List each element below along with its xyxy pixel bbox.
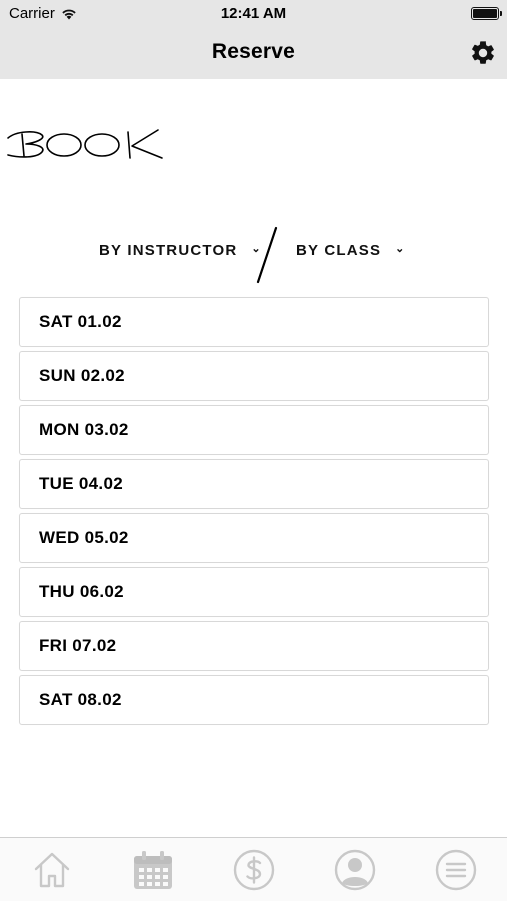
date-label: WED 05.02 <box>39 528 129 547</box>
filter-by-class-label: BY CLASS <box>296 242 382 259</box>
date-label: THU 06.02 <box>39 582 124 601</box>
date-item[interactable]: TUE 04.02 <box>19 459 489 509</box>
tab-calendar[interactable] <box>131 848 175 892</box>
book-logo <box>7 129 163 159</box>
chevron-down-icon: ⌄ <box>395 243 406 255</box>
date-item[interactable]: MON 03.02 <box>19 405 489 455</box>
dollar-icon <box>233 849 275 891</box>
menu-icon <box>435 849 477 891</box>
filter-bar: BY INSTRUCTOR ⌄ BY CLASS ⌄ <box>0 224 507 286</box>
tab-bar <box>0 837 507 901</box>
date-item[interactable]: WED 05.02 <box>19 513 489 563</box>
page-title: Reserve <box>211 40 296 63</box>
filter-by-instructor-label: BY INSTRUCTOR <box>99 242 238 259</box>
status-bar: Carrier 12:41 AM <box>0 0 507 28</box>
date-label: MON 03.02 <box>39 420 129 439</box>
date-label: FRI 07.02 <box>39 636 117 655</box>
date-item[interactable]: THU 06.02 <box>19 567 489 617</box>
date-label: SUN 02.02 <box>39 366 125 385</box>
date-label: TUE 04.02 <box>39 474 123 493</box>
date-list: SAT 01.02 SUN 02.02 MON 03.02 TUE 04.02 … <box>19 297 489 729</box>
filter-by-class[interactable]: BY CLASS ⌄ <box>296 242 406 259</box>
tab-home[interactable] <box>30 848 74 892</box>
battery-icon <box>471 7 502 20</box>
filter-divider <box>256 226 278 284</box>
home-icon <box>34 852 70 888</box>
profile-icon <box>334 849 376 891</box>
date-item[interactable]: SAT 01.02 <box>19 297 489 347</box>
date-label: SAT 08.02 <box>39 690 122 709</box>
settings-button[interactable] <box>469 39 497 67</box>
date-item[interactable]: SUN 02.02 <box>19 351 489 401</box>
date-label: SAT 01.02 <box>39 312 122 331</box>
tab-menu[interactable] <box>434 848 478 892</box>
navigation-bar: Reserve <box>0 28 507 79</box>
tab-profile[interactable] <box>333 848 377 892</box>
date-item[interactable]: SAT 08.02 <box>19 675 489 725</box>
gear-icon <box>472 41 494 64</box>
calendar-icon <box>134 851 172 889</box>
date-item[interactable]: FRI 07.02 <box>19 621 489 671</box>
tab-payments[interactable] <box>232 848 276 892</box>
filter-by-instructor[interactable]: BY INSTRUCTOR ⌄ <box>99 242 262 259</box>
status-time: 12:41 AM <box>220 5 287 22</box>
